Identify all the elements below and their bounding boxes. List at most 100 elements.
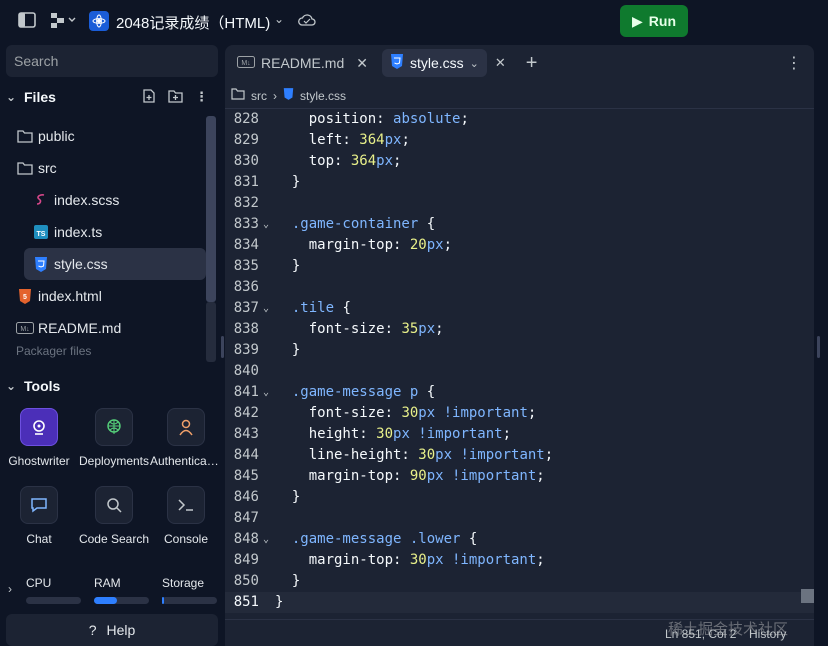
code-line[interactable]: 836 xyxy=(225,277,814,298)
breadcrumb-src[interactable]: src xyxy=(251,89,267,103)
code-token: position: xyxy=(275,111,394,127)
tree-item-readme[interactable]: M↓ README.md xyxy=(6,312,206,344)
file-tree-scrollbar[interactable] xyxy=(206,116,216,302)
user-icon[interactable] xyxy=(167,408,205,446)
code-line[interactable]: 847 xyxy=(225,508,814,529)
more-vertical-icon[interactable]: ⋮ xyxy=(195,89,208,106)
tree-item-packager-files[interactable]: Packager files xyxy=(6,344,206,358)
new-folder-icon[interactable] xyxy=(168,89,183,106)
left-resize-handle[interactable] xyxy=(221,336,224,358)
search-icon[interactable] xyxy=(95,486,133,524)
code-text: .game-message p { xyxy=(273,382,435,403)
sass-icon xyxy=(32,193,50,207)
tool-chat[interactable]: Chat xyxy=(0,486,78,558)
replit-menu-icon[interactable] xyxy=(50,12,78,32)
chevron-down-icon[interactable]: ⌄ xyxy=(6,379,24,393)
tool-authentication[interactable]: Authentication xyxy=(150,408,222,480)
code-line[interactable]: 828 position: absolute; xyxy=(225,109,814,130)
code-line[interactable]: 848 ⌄ .game-message .lower { xyxy=(225,529,814,550)
tool-code-search[interactable]: Code Search xyxy=(78,486,150,558)
ram-usage-bar xyxy=(94,597,149,604)
add-tab-icon[interactable]: + xyxy=(526,52,538,75)
tree-item-index-ts[interactable]: TS index.ts xyxy=(6,216,206,248)
code-token: ; xyxy=(536,552,545,568)
code-line[interactable]: 849 margin-top: 30px !important; xyxy=(225,550,814,571)
code-token: left: xyxy=(275,132,360,148)
repl-title[interactable]: 2048记录成绩（HTML) xyxy=(116,12,270,33)
chevron-down-icon[interactable]: ⌄ xyxy=(470,57,479,70)
code-editor[interactable]: 828 position: absolute; 829 left: 364px; 8… xyxy=(225,109,814,619)
sidebar-toggle-icon[interactable] xyxy=(18,12,36,32)
tool-console[interactable]: Console xyxy=(150,486,222,558)
tab-readme[interactable]: M↓ README.md ✕ xyxy=(229,49,376,77)
editor-scrollbar[interactable] xyxy=(801,589,814,603)
code-token: line-height: xyxy=(275,447,419,463)
help-icon: ? xyxy=(88,622,97,638)
chevron-down-icon[interactable]: ⌄ xyxy=(274,12,284,26)
code-line[interactable]: 843 height: 30px !important; xyxy=(225,424,814,445)
code-line[interactable]: 833 ⌄ .game-container { xyxy=(225,214,814,235)
code-line[interactable]: 834 margin-top: 20px; xyxy=(225,235,814,256)
more-vertical-icon[interactable]: ⋮ xyxy=(786,53,802,73)
code-line[interactable]: 840 xyxy=(225,361,814,382)
chat-icon[interactable] xyxy=(20,486,58,524)
code-line[interactable]: 841 ⌄ .game-message p { xyxy=(225,382,814,403)
fold-chevron-icon[interactable]: ⌄ xyxy=(259,214,273,235)
run-button[interactable]: ▶ Run xyxy=(620,5,688,37)
code-line[interactable]: 839 } xyxy=(225,340,814,361)
code-line[interactable]: 831 } xyxy=(225,172,814,193)
fold-gutter xyxy=(259,277,273,298)
tool-label: Ghostwriter xyxy=(8,454,70,468)
code-line[interactable]: 844 line-height: 30px !important; xyxy=(225,445,814,466)
console-icon[interactable] xyxy=(167,486,205,524)
folder-icon xyxy=(231,88,245,103)
deployments-icon[interactable] xyxy=(95,408,133,446)
tab-style-css[interactable]: style.css ⌄ xyxy=(381,49,487,77)
close-icon[interactable]: ✕ xyxy=(495,55,506,71)
help-button[interactable]: ? Help xyxy=(6,614,218,646)
ghostwriter-icon[interactable] xyxy=(20,408,58,446)
code-line[interactable]: 832 xyxy=(225,193,814,214)
code-line[interactable]: 845 margin-top: 90px !important; xyxy=(225,466,814,487)
tool-ghostwriter[interactable]: Ghostwriter xyxy=(0,408,78,480)
new-file-icon[interactable] xyxy=(142,88,156,106)
tool-deployments[interactable]: Deployments xyxy=(78,408,150,480)
files-section-header[interactable]: ⌄ Files ⋮ xyxy=(6,86,218,108)
code-line[interactable]: 846 } xyxy=(225,487,814,508)
right-resize-handle[interactable] xyxy=(817,336,820,358)
tree-item-src[interactable]: src xyxy=(6,152,206,184)
fold-chevron-icon[interactable]: ⌄ xyxy=(259,298,273,319)
code-token: px !important xyxy=(393,426,503,442)
code-line[interactable]: 851} xyxy=(225,592,814,613)
fold-gutter xyxy=(259,571,273,592)
code-token: px !important xyxy=(435,447,545,463)
close-icon[interactable]: ✕ xyxy=(356,55,368,72)
code-line[interactable]: 829 left: 364px; xyxy=(225,130,814,151)
tree-item-style-css[interactable]: style.css xyxy=(24,248,206,280)
chevron-right-icon[interactable]: › xyxy=(8,582,12,596)
tree-item-public[interactable]: public xyxy=(6,120,206,152)
storage-label: Storage xyxy=(162,576,205,590)
code-line[interactable]: 850 } xyxy=(225,571,814,592)
search-input[interactable]: Search xyxy=(6,45,218,77)
tool-label: Deployments xyxy=(78,454,150,468)
tree-item-index-html[interactable]: 5 index.html xyxy=(6,280,206,312)
cloud-sync-icon[interactable] xyxy=(298,13,316,31)
code-line[interactable]: 837 ⌄ .tile { xyxy=(225,298,814,319)
fold-chevron-icon[interactable]: ⌄ xyxy=(259,529,273,550)
help-label: Help xyxy=(106,622,136,638)
tools-section-header[interactable]: ⌄ Tools xyxy=(6,376,218,396)
breadcrumb-file[interactable]: style.css xyxy=(300,89,346,103)
fold-chevron-icon[interactable]: ⌄ xyxy=(259,382,273,403)
code-line[interactable]: 835 } xyxy=(225,256,814,277)
tools-title: Tools xyxy=(24,378,61,394)
code-line[interactable]: 830 top: 364px; xyxy=(225,151,814,172)
code-line[interactable]: 842 font-size: 30px !important; xyxy=(225,403,814,424)
tree-item-index-scss[interactable]: index.scss xyxy=(6,184,206,216)
code-token: absolute xyxy=(393,111,461,127)
code-token: 35 xyxy=(401,321,419,337)
fold-gutter xyxy=(259,592,273,613)
chevron-down-icon[interactable]: ⌄ xyxy=(6,90,24,104)
code-text: position: absolute; xyxy=(273,109,469,130)
code-line[interactable]: 838 font-size: 35px; xyxy=(225,319,814,340)
